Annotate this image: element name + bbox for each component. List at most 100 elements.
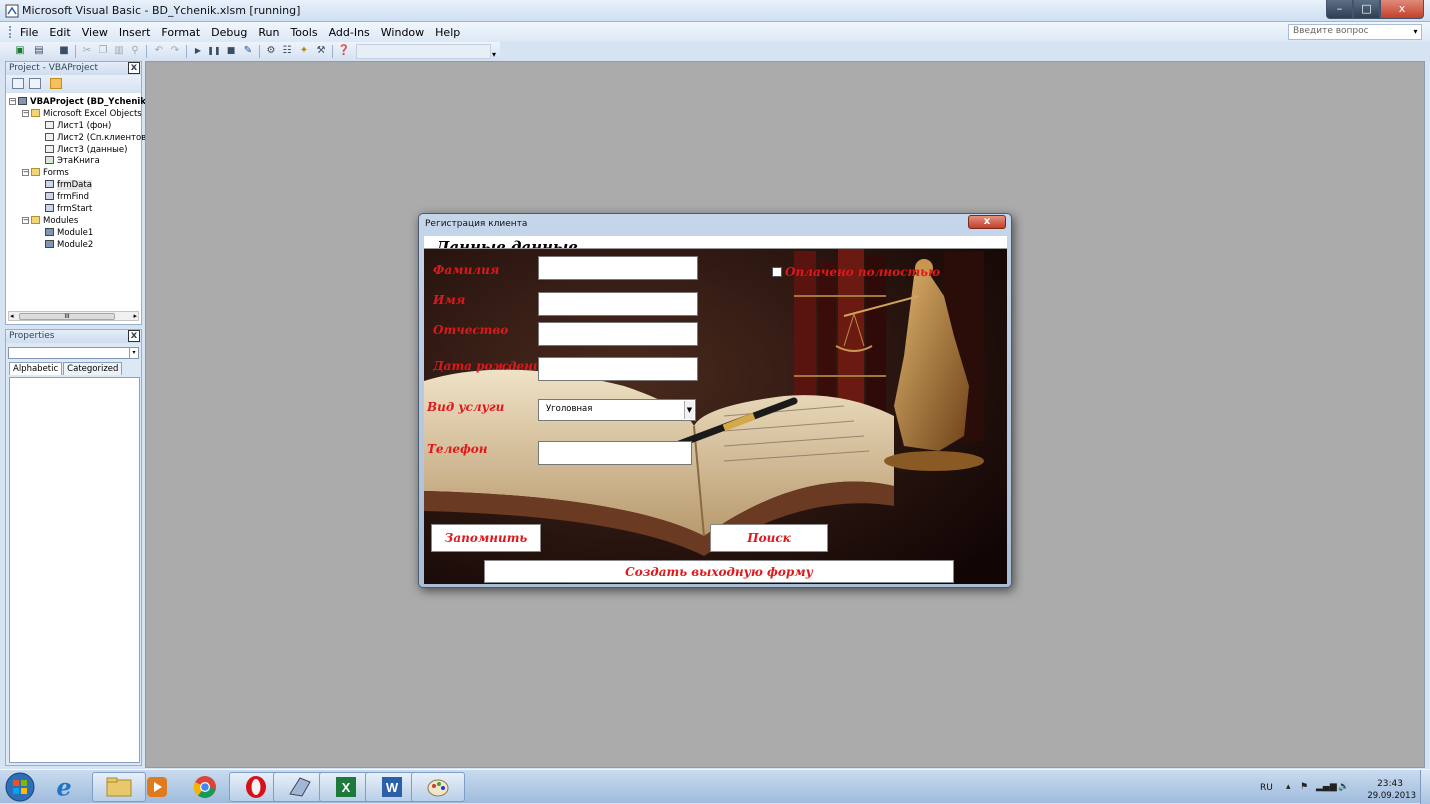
menu-grip[interactable] bbox=[9, 26, 11, 38]
maximize-button[interactable]: □ bbox=[1353, 0, 1380, 19]
object-browser-icon[interactable]: ✦ bbox=[297, 44, 311, 58]
menu-help[interactable]: Help bbox=[435, 26, 460, 39]
scroll-left-icon[interactable]: ◂ bbox=[10, 312, 14, 320]
toolbar-overflow-icon[interactable]: ▾ bbox=[492, 50, 496, 59]
start-button[interactable] bbox=[2, 772, 38, 802]
design-mode-icon[interactable]: ✎ bbox=[241, 44, 255, 58]
tree-node[interactable]: frmFind bbox=[9, 192, 146, 204]
name-input[interactable] bbox=[538, 292, 698, 316]
break-icon[interactable]: ❚❚ bbox=[207, 44, 221, 58]
tree-node[interactable]: Лист1 (фон) bbox=[9, 120, 146, 133]
vba-editor-icon bbox=[289, 777, 311, 797]
view-object-icon[interactable] bbox=[29, 78, 41, 89]
tab-categorized[interactable]: Categorized bbox=[63, 362, 123, 375]
service-type-combobox[interactable]: Уголовная ▼ bbox=[538, 399, 696, 421]
chevron-down-icon[interactable]: ▼ bbox=[684, 401, 694, 419]
tree-node[interactable]: Лист2 (Сп.клиентов bbox=[9, 132, 147, 145]
clock-date[interactable]: 29.09.2013 bbox=[1367, 791, 1416, 801]
object-selector-dropdown[interactable]: ▾ bbox=[8, 347, 139, 359]
worksheet-icon bbox=[45, 144, 54, 153]
scroll-right-icon[interactable]: ▸ bbox=[133, 312, 137, 320]
taskbar-media-player[interactable] bbox=[137, 772, 177, 802]
tree-node[interactable]: frmData bbox=[9, 180, 146, 192]
help-dropdown-icon[interactable]: ▾ bbox=[1410, 25, 1421, 39]
menu-edit[interactable]: Edit bbox=[49, 26, 70, 39]
collapse-icon[interactable]: − bbox=[22, 109, 29, 117]
paid-in-full-label: Оплачено полностью bbox=[785, 265, 941, 279]
tree-node[interactable]: Лист3 (данные) bbox=[9, 144, 146, 157]
properties-icon[interactable]: ☷ bbox=[280, 44, 294, 58]
tree-node[interactable]: − VBAProject (BD_Ychenik bbox=[9, 97, 146, 109]
toolbar-separator bbox=[75, 45, 76, 58]
collapse-icon[interactable]: − bbox=[9, 98, 16, 105]
module-icon bbox=[45, 239, 54, 248]
tree-node[interactable]: ЭтаКнига bbox=[9, 156, 146, 168]
reset-icon[interactable]: ■ bbox=[224, 44, 238, 58]
run-icon[interactable]: ▶ bbox=[191, 44, 205, 58]
tree-node[interactable]: Module2 bbox=[9, 239, 146, 252]
copy-icon[interactable]: ❐ bbox=[96, 44, 110, 58]
taskbar-chrome[interactable] bbox=[181, 772, 229, 802]
tree-node[interactable]: − Modules bbox=[9, 215, 146, 228]
help-search-input[interactable]: Введите вопрос ▾ bbox=[1288, 24, 1422, 40]
paste-icon[interactable]: ▥ bbox=[112, 44, 126, 58]
search-button[interactable]: Поиск bbox=[710, 524, 828, 552]
tree-node-label: Лист3 (данные) bbox=[57, 144, 128, 155]
scroll-thumb[interactable]: III bbox=[19, 313, 115, 320]
menu-format[interactable]: Format bbox=[161, 26, 200, 39]
insert-userform-icon[interactable]: ▤ bbox=[32, 44, 46, 58]
phone-input[interactable] bbox=[538, 441, 692, 465]
show-desktop-button[interactable] bbox=[1420, 770, 1430, 804]
view-code-icon[interactable] bbox=[12, 78, 24, 89]
create-output-form-button[interactable]: Создать выходную форму bbox=[484, 560, 954, 583]
redo-icon[interactable]: ↷ bbox=[168, 44, 182, 58]
properties-panel-close-icon[interactable]: x bbox=[128, 330, 140, 342]
menu-window[interactable]: Window bbox=[381, 26, 424, 39]
tree-node[interactable]: frmStart bbox=[9, 204, 146, 216]
clock-time[interactable]: 23:43 bbox=[1377, 779, 1403, 789]
tree-node-label: Лист2 (Сп.клиентов bbox=[57, 132, 147, 143]
remember-button[interactable]: Запомнить bbox=[431, 524, 541, 552]
surname-input[interactable] bbox=[538, 256, 698, 280]
help-icon[interactable]: ❓ bbox=[337, 44, 351, 58]
tree-node[interactable]: Module1 bbox=[9, 227, 146, 240]
menu-insert[interactable]: Insert bbox=[119, 26, 151, 39]
birthdate-input[interactable] bbox=[538, 357, 698, 381]
excel-icon[interactable]: ▣ bbox=[13, 44, 27, 58]
menu-debug[interactable]: Debug bbox=[211, 26, 247, 39]
opera-icon bbox=[246, 776, 266, 798]
project-panel-close-icon[interactable]: x bbox=[128, 62, 140, 74]
paid-in-full-checkbox[interactable] bbox=[772, 267, 782, 277]
minimize-button[interactable]: – bbox=[1326, 0, 1353, 19]
undo-icon[interactable]: ↶ bbox=[152, 44, 166, 58]
properties-grid[interactable] bbox=[9, 377, 140, 763]
menu-tools[interactable]: Tools bbox=[290, 26, 317, 39]
toolbox-icon[interactable]: ⚒ bbox=[314, 44, 328, 58]
find-icon[interactable]: ⚲ bbox=[128, 44, 142, 58]
cut-icon[interactable]: ✂ bbox=[80, 44, 94, 58]
network-signal-icon[interactable]: ▂▄▆ bbox=[1316, 782, 1337, 792]
menu-addins[interactable]: Add-Ins bbox=[329, 26, 370, 39]
taskbar-paint[interactable] bbox=[411, 772, 465, 802]
tree-node[interactable]: − Forms bbox=[9, 168, 146, 180]
menu-file[interactable]: File bbox=[20, 26, 38, 39]
show-hidden-icons-icon[interactable]: ▴ bbox=[1286, 782, 1291, 792]
volume-icon[interactable]: 🔊 bbox=[1338, 782, 1349, 792]
language-indicator[interactable]: RU bbox=[1260, 783, 1273, 793]
chevron-down-icon[interactable]: ▾ bbox=[129, 348, 138, 358]
menu-run[interactable]: Run bbox=[258, 26, 279, 39]
collapse-icon[interactable]: − bbox=[22, 169, 29, 177]
patronymic-input[interactable] bbox=[538, 322, 698, 346]
taskbar-internet-explorer[interactable]: e bbox=[40, 772, 88, 802]
project-horizontal-scrollbar[interactable]: ◂ III ▸ bbox=[8, 311, 139, 321]
save-icon[interactable]: ■ bbox=[57, 44, 71, 58]
collapse-icon[interactable]: − bbox=[22, 216, 29, 224]
project-explorer-icon[interactable]: ⚙ bbox=[264, 44, 278, 58]
toggle-folders-icon[interactable] bbox=[50, 78, 62, 89]
tree-node[interactable]: − Microsoft Excel Objects bbox=[9, 108, 146, 121]
tab-alphabetic[interactable]: Alphabetic bbox=[9, 362, 63, 375]
action-center-flag-icon[interactable]: ⚑ bbox=[1300, 782, 1308, 792]
form-close-button[interactable]: x bbox=[968, 215, 1006, 229]
menu-view[interactable]: View bbox=[82, 26, 108, 39]
close-button[interactable]: x bbox=[1380, 0, 1424, 19]
